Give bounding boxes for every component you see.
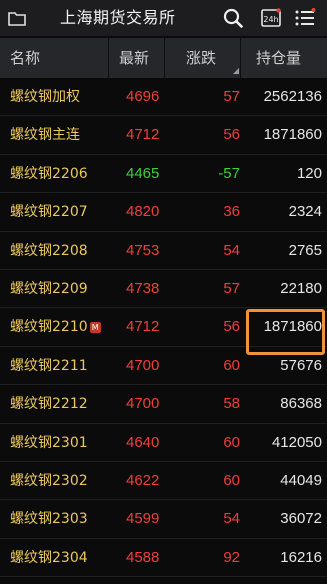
quote-list: 螺纹钢加权 4696 57 2562136 螺纹钢主连 4712 56 1871860 螺纹钢2…	[0, 78, 327, 578]
column-header: 名称 最新 涨跌 持仓量	[0, 38, 327, 78]
contract-name-label: 螺纹钢2303	[10, 511, 88, 528]
table-row[interactable]: 螺纹钢2304 4588 92 16216	[0, 539, 327, 578]
table-row[interactable]: 螺纹钢2207 4820 36 2324	[0, 193, 327, 232]
column-divider	[108, 38, 109, 78]
last-price: 4738	[126, 279, 160, 297]
table-row[interactable]: 螺纹钢2210 M 4712 56 1871860	[0, 308, 327, 347]
contract-name-label: 螺纹钢加权	[10, 89, 80, 105]
last-price: 4712	[126, 318, 160, 336]
last-price: 4622	[126, 471, 160, 489]
price-change: 54	[223, 241, 240, 259]
open-interest: 36072	[280, 510, 322, 528]
contract-name-label: 螺纹钢主连	[10, 127, 80, 144]
open-interest: 120	[296, 164, 322, 182]
contract-name: 螺纹钢2301	[10, 424, 88, 462]
last-price: 4696	[126, 88, 160, 105]
open-interest: 2562136	[263, 88, 322, 105]
contract-name-label: 螺纹钢2206	[10, 165, 88, 182]
folder-icon[interactable]	[6, 0, 28, 36]
contract-name: 螺纹钢2208	[10, 232, 88, 270]
price-change: 57	[223, 88, 240, 105]
price-change: 56	[223, 318, 240, 336]
column-name[interactable]: 名称	[10, 38, 40, 78]
price-change: 58	[223, 395, 240, 413]
open-interest: 2324	[288, 203, 322, 221]
open-interest: 22180	[280, 279, 322, 297]
table-row[interactable]: 螺纹钢加权 4696 57 2562136	[0, 78, 327, 117]
contract-name: 螺纹钢2209	[10, 270, 88, 308]
column-divider	[164, 38, 165, 78]
contract-name: 螺纹钢2303	[10, 500, 88, 538]
sort-indicator-icon	[233, 68, 239, 74]
24h-label: 24h	[263, 15, 278, 24]
contract-name-label: 螺纹钢2210	[10, 319, 88, 336]
contract-name-label: 螺纹钢2208	[10, 242, 88, 259]
last-price: 4700	[126, 395, 160, 413]
column-last-price[interactable]: 最新	[119, 38, 149, 78]
price-change: 57	[223, 279, 240, 297]
last-price: 4588	[126, 548, 160, 566]
table-row[interactable]: 螺纹钢2303 4599 54 36072	[0, 500, 327, 539]
price-change: 60	[223, 356, 240, 374]
contract-name: 螺纹钢加权	[10, 78, 80, 116]
contract-name-label: 螺纹钢2211	[10, 357, 88, 374]
table-row[interactable]: 螺纹钢2301 4640 60 412050	[0, 424, 327, 462]
last-price: 4599	[126, 510, 160, 528]
search-icon[interactable]	[220, 0, 246, 36]
page-title: 上海期货交易所	[60, 8, 176, 27]
price-change: 36	[223, 203, 240, 221]
last-price: 4820	[126, 203, 160, 221]
column-open-interest[interactable]: 持仓量	[256, 38, 301, 78]
table-row[interactable]: 螺纹钢2211 4700 60 57676	[0, 347, 327, 386]
price-change: 56	[223, 126, 240, 144]
24h-icon[interactable]: 24h	[258, 0, 284, 36]
table-row[interactable]: 螺纹钢主连 4712 56 1871860	[0, 116, 327, 155]
price-change: 60	[223, 433, 240, 451]
price-change: -57	[218, 164, 240, 182]
open-interest: 16216	[280, 548, 322, 566]
table-row[interactable]: 螺纹钢2212 4700 58 86368	[0, 385, 327, 424]
table-row[interactable]: 螺纹钢2206 4465 -57 120	[0, 155, 327, 194]
contract-name: 螺纹钢2206	[10, 155, 88, 193]
main-contract-badge: M	[89, 322, 101, 334]
price-change: 92	[223, 548, 240, 566]
column-divider	[240, 38, 241, 78]
contract-name: 螺纹钢2212	[10, 385, 88, 423]
last-price: 4700	[126, 356, 160, 374]
contract-name-label: 螺纹钢2302	[10, 472, 88, 489]
contract-name: 螺纹钢2302	[10, 462, 88, 500]
open-interest: 1871860	[263, 126, 322, 144]
column-change[interactable]: 涨跌	[186, 38, 216, 78]
contract-name-label: 螺纹钢2207	[10, 204, 88, 221]
table-row[interactable]: 螺纹钢2302 4622 60 44049	[0, 462, 327, 501]
open-interest: 86368	[280, 395, 322, 413]
contract-name-label: 螺纹钢2209	[10, 280, 88, 297]
last-price: 4753	[126, 241, 160, 259]
table-row[interactable]: 螺纹钢2209 4738 57 22180	[0, 270, 327, 309]
last-price: 4712	[126, 126, 160, 144]
price-change: 54	[223, 510, 240, 528]
open-interest: 412050	[271, 433, 322, 451]
open-interest: 57676	[280, 356, 322, 374]
contract-name: 螺纹钢2304	[10, 539, 88, 577]
contract-name: 螺纹钢主连	[10, 116, 80, 154]
contract-name: 螺纹钢2210 M	[10, 308, 101, 346]
contract-name-label: 螺纹钢2212	[10, 396, 88, 413]
menu-icon[interactable]	[292, 0, 318, 36]
open-interest: 2765	[288, 241, 322, 259]
open-interest: 1871860	[263, 318, 322, 336]
contract-name: 螺纹钢2211	[10, 347, 88, 385]
contract-name: 螺纹钢2207	[10, 193, 88, 231]
open-interest: 44049	[280, 471, 322, 489]
top-bar: 上海期货交易所 24h	[0, 0, 327, 36]
contract-name-label: 螺纹钢2301	[10, 434, 88, 451]
last-price: 4640	[126, 433, 160, 451]
table-row[interactable]: 螺纹钢2208 4753 54 2765	[0, 232, 327, 270]
price-change: 60	[223, 471, 240, 489]
last-price: 4465	[126, 164, 160, 182]
contract-name-label: 螺纹钢2304	[10, 549, 88, 566]
